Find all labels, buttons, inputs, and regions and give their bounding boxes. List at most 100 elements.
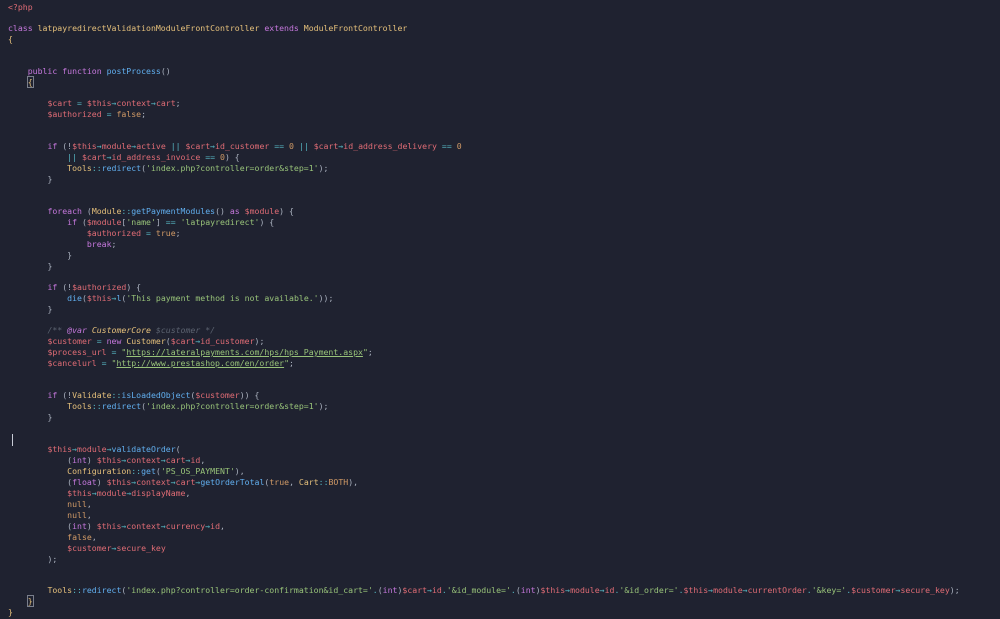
code-line[interactable]: if ($module['name'] == 'latpayredirect')… — [8, 217, 274, 228]
code-token: module — [77, 444, 107, 454]
code-line[interactable]: $cancelurl = "http://www.prestashop.com/… — [8, 358, 294, 369]
code-token: $cancelurl — [47, 358, 97, 368]
code-line[interactable]: } — [8, 250, 72, 261]
code-line[interactable]: $authorized = true; — [8, 228, 181, 239]
code-line[interactable]: ); — [8, 554, 57, 565]
code-line[interactable]: null, — [8, 510, 92, 521]
code-line[interactable]: <?php — [8, 2, 33, 13]
code-line[interactable]: } — [8, 261, 52, 272]
code-token: () — [160, 66, 171, 76]
code-token: () — [215, 206, 230, 216]
code-editor[interactable]: <?php class latpayredirectValidationModul… — [0, 0, 1000, 619]
code-token: :: — [91, 163, 102, 173]
code-token: '&id_module=' — [446, 585, 511, 595]
code-token: id — [190, 455, 201, 465]
code-line[interactable]: } — [8, 595, 34, 607]
code-token: Customer — [126, 336, 166, 346]
code-line[interactable]: { — [8, 34, 13, 45]
code-token: == — [436, 141, 457, 151]
text-cursor — [12, 434, 13, 446]
code-token: ); — [47, 554, 58, 564]
code-line[interactable]: $authorized = false; — [8, 109, 146, 120]
code-token: false — [67, 532, 92, 542]
code-token: , — [86, 499, 92, 509]
code-line[interactable]: } — [8, 607, 13, 618]
code-line[interactable]: } — [8, 304, 52, 315]
code-line[interactable]: if (!$this→module→active || $cart→id_cus… — [8, 141, 461, 152]
code-token: || — [67, 152, 82, 162]
code-line[interactable]: $this→module→validateOrder( — [8, 444, 180, 455]
code-token: as — [229, 206, 245, 216]
code-line[interactable]: if (!$authorized) { — [8, 282, 141, 293]
code-line[interactable]: { — [8, 76, 34, 88]
code-token: context — [136, 477, 171, 487]
code-token: int — [72, 455, 87, 465]
code-token: ModuleFrontController — [303, 23, 408, 33]
code-token: context — [126, 455, 161, 465]
code-line[interactable]: break; — [8, 239, 117, 250]
code-token: id — [432, 585, 442, 595]
code-token: $this — [67, 488, 92, 498]
code-token: get — [141, 466, 156, 476]
code-line[interactable]: (int) $this→context→cart→id, — [8, 455, 205, 466]
code-line[interactable]: $this→module→displayName, — [8, 488, 190, 499]
code-token: $this — [72, 141, 97, 151]
code-token: (! — [62, 282, 73, 292]
code-line[interactable]: $cart = $this→context→cart; — [8, 98, 180, 109]
code-line[interactable]: } — [8, 412, 52, 423]
code-token: displayName — [131, 488, 186, 498]
code-line[interactable]: false, — [8, 532, 97, 543]
code-line[interactable]: Tools::redirect('index.php?controller=or… — [8, 401, 328, 412]
code-token: true — [269, 477, 290, 487]
code-token: secure_key — [116, 543, 166, 553]
code-token: if — [67, 217, 82, 227]
code-token: , — [91, 532, 97, 542]
code-line[interactable]: die($this→l('This payment method is not … — [8, 293, 333, 304]
code-token: $customer — [195, 390, 240, 400]
code-line[interactable]: (float) $this→context→cart→getOrderTotal… — [8, 477, 358, 488]
code-token: Configuration — [67, 466, 132, 476]
code-token: $module — [86, 217, 122, 227]
code-token: extends — [259, 23, 304, 33]
code-line[interactable]: /** @var CustomerCore $customer */ — [8, 325, 215, 336]
code-line[interactable]: Tools::redirect('index.php?controller=or… — [8, 585, 960, 596]
code-line[interactable]: $customer→secure_key — [8, 543, 166, 554]
code-token: 'latpayredirect' — [180, 217, 260, 227]
code-token: context — [126, 521, 161, 531]
code-token: $customer */ — [155, 325, 216, 335]
code-line[interactable]: } — [8, 174, 52, 185]
code-line[interactable]: $process_url = "https://lateralpayments.… — [8, 347, 372, 358]
code-line[interactable]: Configuration::get('PS_OS_PAYMENT'), — [8, 466, 245, 477]
code-line[interactable]: || $cart→id_address_invoice == 0) { — [8, 152, 240, 163]
code-line[interactable]: (int) $this→context→currency→id, — [8, 521, 225, 532]
code-token: } — [47, 304, 53, 314]
code-line[interactable]: Tools::redirect('index.php?controller=or… — [8, 163, 328, 174]
code-line[interactable]: null, — [8, 499, 92, 510]
code-token: if — [47, 282, 63, 292]
code-token: int — [72, 521, 87, 531]
code-line[interactable]: $customer = new Customer($cart→id_custom… — [8, 336, 264, 347]
code-token: 'name' — [126, 217, 156, 227]
code-line[interactable]: public function postProcess() — [8, 66, 171, 77]
code-token: $customer — [67, 543, 112, 553]
code-token: ); — [254, 336, 265, 346]
code-line[interactable]: class latpayredirectValidationModuleFron… — [8, 23, 407, 34]
code-token: ); — [949, 585, 960, 595]
code-token: = — [91, 336, 107, 346]
code-token: == — [200, 152, 220, 162]
code-line[interactable]: foreach (Module::getPaymentModules() as … — [8, 206, 294, 217]
code-token: $customer — [851, 585, 896, 595]
code-line[interactable]: if (!Validate::isLoadedObject($customer)… — [8, 390, 259, 401]
code-token: '&key=' — [811, 585, 847, 595]
